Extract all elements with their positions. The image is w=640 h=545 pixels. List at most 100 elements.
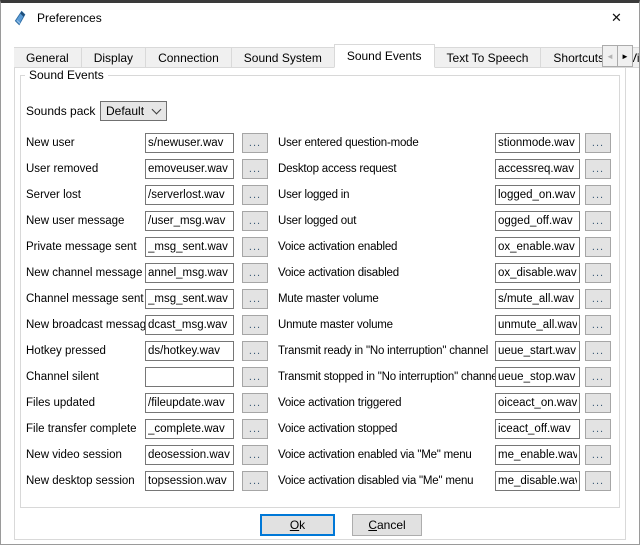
browse-button[interactable]: ... (585, 159, 611, 179)
browse-button[interactable]: ... (242, 211, 268, 231)
sound-event-label: User entered question-mode (278, 137, 495, 149)
browse-button[interactable]: ... (242, 133, 268, 153)
browse-button[interactable]: ... (585, 393, 611, 413)
browse-button[interactable]: ... (242, 393, 268, 413)
sound-event-row: Voice activation disabled via "Me" menu … (278, 468, 613, 494)
browse-button[interactable]: ... (242, 315, 268, 335)
sound-file-input[interactable] (495, 419, 580, 439)
sound-event-row: Transmit ready in "No interruption" chan… (278, 338, 613, 364)
browse-button[interactable]: ... (585, 237, 611, 257)
sound-event-row: Voice activation triggered ... (278, 390, 613, 416)
browse-button[interactable]: ... (585, 289, 611, 309)
sound-event-row: User removed ... (26, 156, 276, 182)
browse-button[interactable]: ... (242, 341, 268, 361)
sound-file-input[interactable] (495, 237, 580, 257)
sound-file-input[interactable] (495, 211, 580, 231)
sound-file-input[interactable] (145, 419, 234, 439)
sound-event-row: Channel silent ... (26, 364, 276, 390)
sound-event-label: New user message (26, 215, 145, 227)
close-icon[interactable]: ✕ (594, 3, 639, 33)
browse-button[interactable]: ... (242, 471, 268, 491)
sound-file-input[interactable] (145, 211, 234, 231)
sound-file-input[interactable] (495, 445, 580, 465)
sound-event-label: New video session (26, 449, 145, 461)
sound-file-input[interactable] (495, 471, 580, 491)
sound-event-label: New user (26, 137, 145, 149)
sounds-pack-label: Sounds pack (26, 101, 95, 121)
sound-file-input[interactable] (495, 159, 580, 179)
browse-button[interactable]: ... (242, 263, 268, 283)
sound-event-label: User logged in (278, 189, 495, 201)
tab-scroll-right-icon[interactable]: ► (617, 45, 633, 67)
sound-event-label: Unmute master volume (278, 319, 495, 331)
preferences-dialog: Preferences ✕ GeneralDisplayConnectionSo… (0, 0, 640, 545)
sound-file-input[interactable] (145, 315, 234, 335)
browse-button[interactable]: ... (242, 237, 268, 257)
sound-event-label: Voice activation disabled via "Me" menu (278, 475, 495, 487)
sound-file-input[interactable] (145, 289, 234, 309)
sound-file-input[interactable] (495, 367, 580, 387)
browse-button[interactable]: ... (585, 471, 611, 491)
tab[interactable]: Display (82, 47, 146, 68)
sound-event-row: Private message sent ... (26, 234, 276, 260)
sound-event-label: Channel silent (26, 371, 145, 383)
sound-file-input[interactable] (495, 393, 580, 413)
tab-scroll-left-icon[interactable]: ◄ (602, 45, 618, 67)
sound-event-label: Voice activation enabled via "Me" menu (278, 449, 495, 461)
browse-button[interactable]: ... (585, 315, 611, 335)
browse-button[interactable]: ... (585, 341, 611, 361)
sound-file-input[interactable] (145, 471, 234, 491)
browse-button[interactable]: ... (585, 211, 611, 231)
sound-event-row: User logged in ... (278, 182, 613, 208)
sound-event-label: User logged out (278, 215, 495, 227)
tab[interactable]: Connection (146, 47, 232, 68)
sound-file-input[interactable] (495, 185, 580, 205)
sound-file-input[interactable] (145, 445, 234, 465)
sound-file-input[interactable] (495, 263, 580, 283)
sound-event-label: Desktop access request (278, 163, 495, 175)
sound-file-input[interactable] (145, 185, 234, 205)
sound-file-input[interactable] (495, 341, 580, 361)
tab[interactable]: Sound System (232, 47, 335, 68)
sound-file-input[interactable] (145, 367, 234, 387)
sounds-pack-select[interactable]: Default (100, 101, 167, 121)
browse-button[interactable]: ... (242, 445, 268, 465)
ok-button[interactable]: Ok (260, 514, 335, 536)
sound-event-label: Files updated (26, 397, 145, 409)
browse-button[interactable]: ... (242, 185, 268, 205)
browse-button[interactable]: ... (585, 445, 611, 465)
sound-file-input[interactable] (145, 393, 234, 413)
browse-button[interactable]: ... (242, 419, 268, 439)
tab[interactable]: General (14, 47, 82, 68)
cancel-button[interactable]: Cancel (352, 514, 422, 536)
sound-events-left-column: New user ... User removed ... Server los… (26, 130, 276, 494)
chevron-down-icon (152, 104, 162, 114)
tab[interactable]: Text To Speech (435, 47, 542, 68)
tab-scroll-buttons: ◄ ► (602, 45, 633, 67)
browse-button[interactable]: ... (585, 263, 611, 283)
sound-file-input[interactable] (145, 341, 234, 361)
sound-event-label: Transmit stopped in "No interruption" ch… (278, 371, 495, 383)
sound-file-input[interactable] (495, 315, 580, 335)
sound-event-label: New desktop session (26, 475, 145, 487)
sound-file-input[interactable] (495, 289, 580, 309)
browse-button[interactable]: ... (585, 133, 611, 153)
sound-event-row: Mute master volume ... (278, 286, 613, 312)
browse-button[interactable]: ... (242, 159, 268, 179)
browse-button[interactable]: ... (585, 419, 611, 439)
sound-event-row: Channel message sent ... (26, 286, 276, 312)
tab[interactable]: Sound Events (334, 44, 435, 68)
sound-file-input[interactable] (495, 133, 580, 153)
browse-button[interactable]: ... (585, 185, 611, 205)
sound-events-tab-panel: Sound Events Sounds pack Default New use… (14, 67, 626, 540)
sound-file-input[interactable] (145, 237, 234, 257)
browse-button[interactable]: ... (242, 289, 268, 309)
browse-button[interactable]: ... (585, 367, 611, 387)
browse-button[interactable]: ... (242, 367, 268, 387)
sound-file-input[interactable] (145, 159, 234, 179)
sound-file-input[interactable] (145, 263, 234, 283)
sound-file-input[interactable] (145, 133, 234, 153)
sound-event-row: New video session ... (26, 442, 276, 468)
sound-event-label: Private message sent (26, 241, 145, 253)
sound-event-label: Voice activation stopped (278, 423, 495, 435)
